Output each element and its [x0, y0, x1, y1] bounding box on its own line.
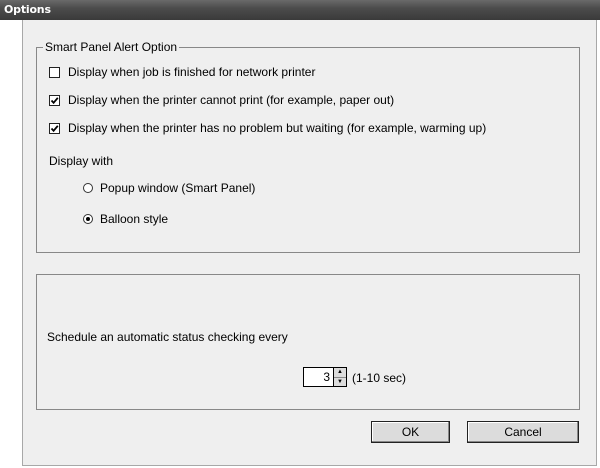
checkbox-waiting[interactable]: Display when the printer has no problem … [49, 121, 486, 135]
spin-down-icon[interactable]: ▼ [334, 377, 346, 386]
radio-selected-icon[interactable] [83, 214, 93, 224]
checkbox-job-finished-label: Display when job is finished for network… [68, 65, 316, 79]
ok-button[interactable]: OK [371, 421, 450, 443]
alert-option-group-title: Smart Panel Alert Option [43, 40, 180, 54]
options-dialog: Options Smart Panel Alert Option Display… [0, 0, 600, 468]
radio-popup-window[interactable]: Popup window (Smart Panel) [83, 181, 255, 195]
interval-range-hint: (1-10 sec) [352, 371, 407, 385]
interval-spinner[interactable]: 3 ▲ ▼ [303, 367, 347, 387]
spin-buttons: ▲ ▼ [333, 367, 347, 387]
title-bar: Options [0, 0, 600, 20]
checkbox-waiting-label: Display when the printer has no problem … [68, 121, 487, 135]
radio-balloon-style-label: Balloon style [100, 212, 169, 226]
radio-balloon-style[interactable]: Balloon style [83, 212, 168, 226]
checkbox-job-finished[interactable]: Display when job is finished for network… [49, 65, 315, 79]
spin-up-icon[interactable]: ▲ [334, 368, 346, 378]
checkbox-cannot-print-label: Display when the printer cannot print (f… [68, 93, 395, 107]
checkbox-cannot-print[interactable]: Display when the printer cannot print (f… [49, 93, 394, 107]
display-with-label: Display with [49, 154, 114, 168]
radio-unselected-icon[interactable] [83, 183, 93, 193]
schedule-label: Schedule an automatic status checking ev… [47, 330, 288, 344]
radio-popup-window-label: Popup window (Smart Panel) [100, 181, 256, 195]
checkbox-checked-icon[interactable] [49, 122, 60, 134]
checkbox-checked-icon[interactable] [49, 94, 60, 106]
cancel-button[interactable]: Cancel [467, 421, 579, 443]
checkbox-unchecked-icon[interactable] [49, 66, 60, 78]
window-title: Options [4, 3, 51, 16]
interval-value-field[interactable]: 3 [303, 367, 333, 387]
